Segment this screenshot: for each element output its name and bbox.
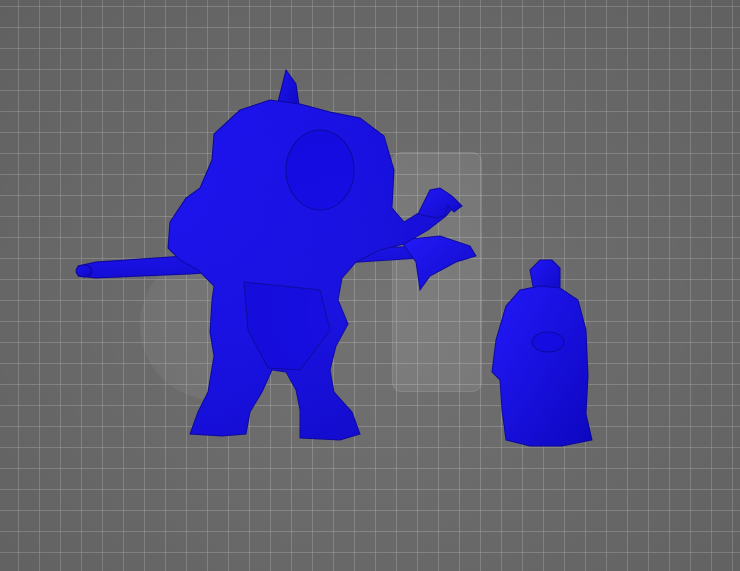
- monk-model[interactable]: [491, 259, 593, 447]
- model-layer: [75, 68, 593, 447]
- claw-hand: [417, 187, 463, 219]
- head-tentacles: [285, 129, 355, 211]
- spear-blade: [399, 235, 477, 292]
- monk-hands: [531, 331, 565, 353]
- 3d-viewport[interactable]: [0, 0, 740, 571]
- spear-pommel: [75, 264, 93, 278]
- monk-robe: [491, 285, 593, 447]
- brute-model[interactable]: [75, 68, 477, 441]
